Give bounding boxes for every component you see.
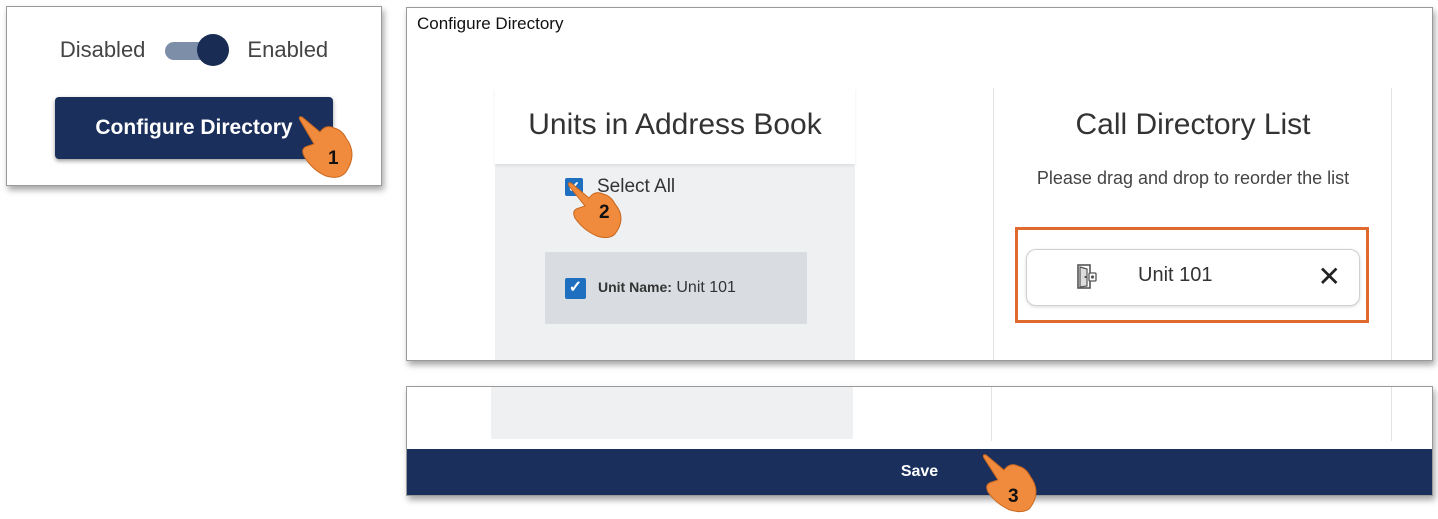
address-book-heading: Units in Address Book — [528, 108, 822, 141]
door-icon — [1077, 264, 1097, 289]
hand-pointer-icon: 3 — [980, 452, 1040, 514]
address-book-header: Units in Address Book — [495, 88, 855, 164]
reorder-instructions: Please drag and drop to reorder the list — [1036, 168, 1350, 188]
save-button[interactable]: Save — [407, 449, 1432, 495]
step-number: 1 — [328, 148, 339, 169]
directory-toggle-row: Disabled Enabled — [7, 34, 381, 66]
pointing-hand-icon — [298, 116, 353, 178]
unit-label: Unit Name: Unit 101 — [598, 279, 736, 297]
address-book-unit-row[interactable]: ✓ Unit Name: Unit 101 — [545, 252, 807, 324]
toggle-on-label: Enabled — [247, 37, 329, 62]
hand-pointer-icon: 1 — [296, 114, 356, 178]
pointing-hand-icon — [567, 182, 622, 239]
unit-value: Unit 101 — [676, 279, 736, 296]
dialog-title: Configure Directory — [417, 14, 564, 33]
unit-checkbox[interactable]: ✓ — [565, 277, 586, 299]
toggle-knob — [197, 34, 230, 66]
directory-item-name: Unit 101 — [1138, 264, 1213, 286]
configure-directory-button[interactable]: Configure Directory — [55, 97, 333, 159]
configure-directory-dialog: Configure Directory Units in Address Boo… — [406, 7, 1433, 361]
step-number: 2 — [599, 202, 610, 223]
column-divider — [991, 387, 992, 441]
save-panel: Save — [406, 386, 1433, 496]
call-directory-item[interactable]: Unit 101 ✕ — [1026, 249, 1360, 306]
directory-toggle[interactable] — [165, 34, 230, 66]
hand-pointer-icon: 2 — [565, 178, 625, 240]
address-book-list-bottom — [491, 387, 853, 439]
toggle-off-label: Disabled — [59, 37, 146, 62]
remove-item-button[interactable]: ✕ — [1318, 260, 1341, 293]
unit-field-label: Unit Name: — [598, 279, 672, 295]
step-number: 3 — [1008, 486, 1019, 507]
column-divider — [1391, 387, 1392, 441]
call-directory-heading: Call Directory List — [1075, 108, 1311, 141]
